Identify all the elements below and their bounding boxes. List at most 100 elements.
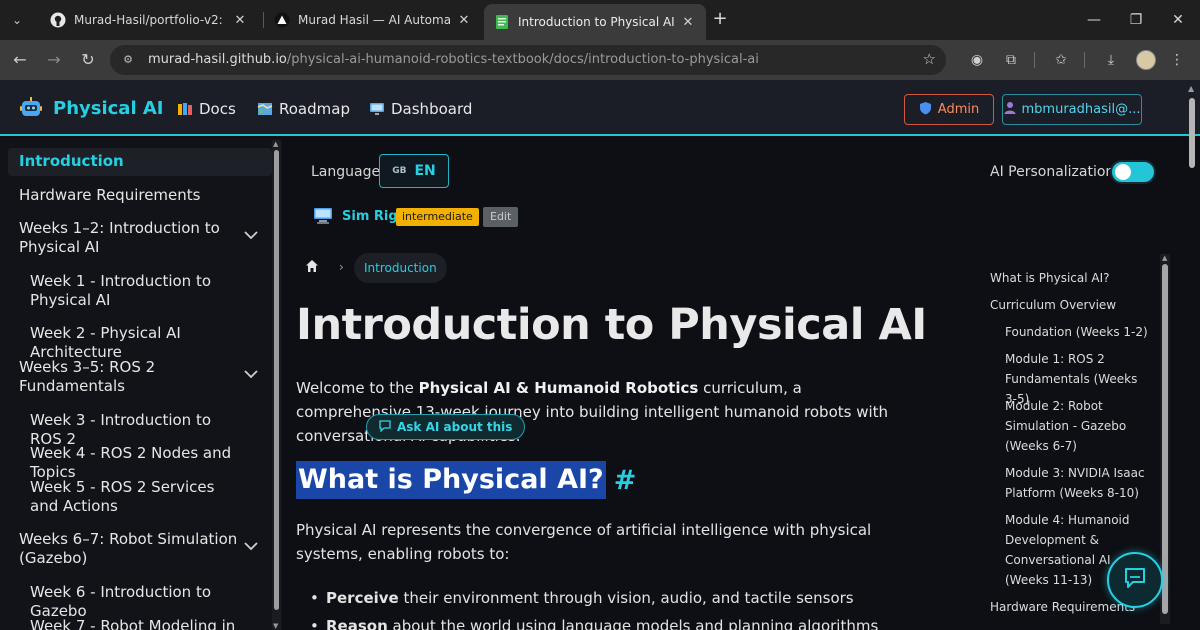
toc-link[interactable]: Foundation (Weeks 1-2) — [1005, 322, 1150, 342]
edit-profile-button[interactable]: Edit — [483, 207, 519, 227]
camera-icon[interactable]: ◉ — [966, 49, 988, 71]
skill-level-badge: intermediate — [396, 208, 479, 226]
shield-icon — [919, 101, 932, 119]
forward-arrow-icon[interactable]: → — [42, 48, 66, 72]
heading-anchor-link[interactable]: # — [614, 465, 637, 496]
chevron-down-icon[interactable] — [244, 366, 258, 385]
language-toggle-button[interactable]: GB EN — [379, 154, 449, 188]
sidebar-item-label: Hardware Requirements — [19, 186, 201, 204]
toc-scrollbar[interactable]: ▲ — [1160, 254, 1170, 624]
sidebar-item[interactable]: Weeks 3–5: ROS 2 Fundamentals — [8, 358, 272, 396]
chevron-right-icon: › — [339, 260, 344, 274]
url-text[interactable]: murad-hasil.github.io/physical-ai-humano… — [148, 52, 759, 67]
books-icon — [177, 101, 193, 117]
admin-label: Admin — [937, 102, 980, 117]
tab-label: Murad Hasil — AI Automation E — [298, 13, 450, 27]
chat-bubble-icon — [379, 419, 391, 435]
admin-button[interactable]: Admin — [904, 94, 994, 125]
sidebar-item-label: Week 1 - Introduction to Physical AI — [30, 272, 212, 309]
sidebar-item[interactable]: Week 6 - Introduction to Gazebo — [8, 583, 272, 621]
flag-gb-icon: GB — [392, 166, 407, 176]
toggle-knob — [1115, 164, 1131, 180]
nav-dashboard-link[interactable]: Dashboard — [369, 100, 472, 118]
address-bar[interactable]: ⚙ murad-hasil.github.io/physical-ai-huma… — [110, 45, 946, 75]
site-info-icon[interactable]: ⚙ — [120, 52, 136, 68]
scroll-down-icon[interactable]: ▼ — [273, 622, 278, 630]
chat-icon — [1124, 567, 1146, 593]
toc-link[interactable]: Curriculum Overview — [990, 295, 1160, 315]
triangle-logo-icon — [274, 12, 290, 28]
tab-label: Murad-Hasil/portfolio-v2: AI-na — [74, 13, 226, 27]
chevron-down-icon[interactable] — [244, 538, 258, 557]
scrollbar-thumb[interactable] — [1189, 98, 1195, 168]
page-title: Introduction to Physical AI — [296, 300, 927, 350]
robot-logo-icon[interactable] — [19, 96, 43, 120]
home-icon[interactable] — [305, 259, 321, 275]
sidebar-item[interactable]: Week 4 - ROS 2 Nodes and Topics — [8, 444, 272, 482]
brand-title[interactable]: Physical AI — [53, 98, 164, 119]
scroll-up-icon[interactable]: ▲ — [273, 140, 278, 148]
section-heading-text: What is Physical AI? — [296, 461, 606, 499]
sidebar-item[interactable]: Weeks 1–2: Introduction to Physical AI — [8, 219, 272, 257]
close-tab-icon[interactable]: ✕ — [680, 15, 696, 30]
sidebar-item-label: Week 3 - Introduction to ROS 2 — [30, 411, 212, 448]
sidebar-item[interactable]: Week 1 - Introduction to Physical AI — [8, 272, 272, 310]
favorites-icon[interactable]: ✩ — [1050, 49, 1072, 71]
nav-docs-label: Docs — [199, 100, 236, 118]
bookmark-star-icon[interactable]: ☆ — [923, 50, 936, 68]
language-label: Language: — [311, 164, 385, 180]
extensions-icon[interactable]: ⧉ — [1000, 49, 1022, 71]
sidebar-item[interactable]: Hardware Requirements — [8, 186, 272, 205]
browser-tab-3-active[interactable]: Introduction to Physical AI | Phy ✕ — [484, 4, 706, 40]
map-icon — [257, 101, 273, 117]
browser-tab-2[interactable]: Murad Hasil — AI Automation E ✕ — [264, 6, 482, 34]
sidebar-item[interactable]: Week 2 - Physical AI Architecture — [8, 324, 272, 362]
sidebar-item[interactable]: Introduction — [8, 148, 272, 176]
sidebar-item-label: Weeks 6–7: Robot Simulation (Gazebo) — [19, 530, 238, 567]
new-tab-button[interactable]: + — [708, 8, 732, 32]
close-tab-icon[interactable]: ✕ — [456, 13, 472, 28]
reload-icon[interactable]: ↻ — [76, 48, 100, 72]
user-email-label: mbmuradhasil@... — [1021, 102, 1141, 117]
book-icon — [494, 14, 510, 30]
ask-ai-label: Ask AI about this — [397, 420, 513, 434]
scrollbar-thumb[interactable] — [1162, 264, 1168, 614]
browser-toolbar: ← → ↻ ⚙ murad-hasil.github.io/physical-a… — [0, 40, 1200, 80]
tab-search-icon[interactable]: ⌄ — [6, 9, 28, 31]
chevron-down-icon[interactable] — [244, 227, 258, 246]
sidebar-item-label: Week 6 - Introduction to Gazebo — [30, 583, 212, 620]
sidebar-scrollbar[interactable]: ▲ ▼ — [272, 140, 281, 630]
sidebar-item-label: Week 4 - ROS 2 Nodes and Topics — [30, 444, 232, 481]
toc-link[interactable]: What is Physical AI? — [990, 268, 1160, 288]
toc-link[interactable]: Module 2: Robot Simulation - Gazebo (Wee… — [1005, 396, 1150, 456]
scrollbar-thumb[interactable] — [274, 150, 279, 610]
chat-assistant-button[interactable] — [1107, 552, 1163, 608]
download-icon[interactable]: ⤓ — [1100, 49, 1122, 71]
sidebar-item[interactable]: Weeks 6–7: Robot Simulation (Gazebo) — [8, 530, 272, 568]
nav-roadmap-link[interactable]: Roadmap — [257, 100, 350, 118]
browser-tab-1[interactable]: Murad-Hasil/portfolio-v2: AI-na ✕ — [40, 6, 258, 34]
toc-link[interactable]: Module 3: NVIDIA Isaac Platform (Weeks 8… — [1005, 463, 1150, 503]
scroll-up-icon[interactable]: ▲ — [1188, 84, 1194, 93]
sidebar-item-label: Weeks 3–5: ROS 2 Fundamentals — [19, 358, 156, 395]
browser-menu-icon[interactable]: ⋮ — [1166, 49, 1188, 71]
restore-window-icon[interactable]: ❐ — [1124, 8, 1148, 32]
page-scrollbar[interactable]: ▲ — [1186, 82, 1198, 630]
sidebar-item[interactable]: Week 5 - ROS 2 Services and Actions — [8, 478, 272, 516]
sidebar-item-label: Week 5 - ROS 2 Services and Actions — [30, 478, 215, 515]
close-tab-icon[interactable]: ✕ — [232, 13, 248, 28]
sidebar-item[interactable]: Week 7 - Robot Modeling in — [8, 617, 272, 630]
minimize-window-icon[interactable]: — — [1082, 8, 1106, 32]
close-window-icon[interactable]: ✕ — [1166, 8, 1190, 32]
sidebar-item-label: Week 2 - Physical AI Architecture — [30, 324, 181, 361]
profile-avatar[interactable] — [1136, 50, 1156, 70]
back-arrow-icon[interactable]: ← — [8, 48, 32, 72]
ai-personalization-toggle[interactable] — [1110, 160, 1156, 184]
sidebar-item-label: Introduction — [19, 152, 124, 170]
language-code: EN — [414, 163, 436, 179]
nav-docs-link[interactable]: Docs — [177, 100, 236, 118]
ask-ai-button[interactable]: Ask AI about this — [366, 414, 526, 440]
scroll-up-icon[interactable]: ▲ — [1162, 254, 1167, 262]
section-heading: What is Physical AI? # — [296, 460, 636, 500]
user-account-button[interactable]: mbmuradhasil@... — [1002, 94, 1142, 125]
